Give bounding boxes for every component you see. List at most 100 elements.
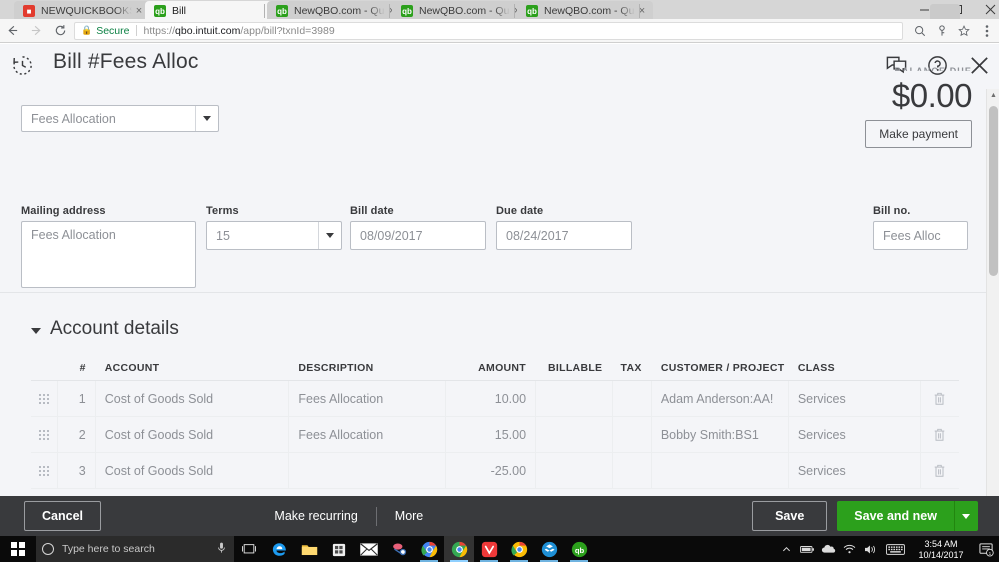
action-bar-middle: Make recurring More [256,506,441,526]
row-description[interactable]: Fees Allocation [288,416,445,453]
mail-icon[interactable] [354,536,384,562]
chevron-down-icon[interactable] [195,106,218,131]
terms-select[interactable]: 15 [206,221,342,250]
taskbar-clock[interactable]: 3:54 AM 10/14/2017 [909,537,973,561]
browser-tab-label: NewQBO.com - QuickBo [294,5,385,17]
bookmark-star-icon[interactable] [953,19,975,43]
table-row[interactable]: 1 Cost of Goods Sold Fees Allocation 10.… [31,380,959,417]
row-account[interactable]: Cost of Goods Sold [94,452,289,489]
browser-toolbar: 🔒 Secure https://qbo.intuit.com/app/bill… [0,19,999,43]
chevron-down-icon[interactable] [31,327,41,334]
onedrive-icon[interactable] [818,536,839,562]
bill-no-value: Fees Alloc [883,228,941,243]
search-input[interactable]: Type here to search [36,536,234,562]
account-details-section-header[interactable]: Account details [31,318,179,340]
dropbox-icon[interactable] [534,536,564,562]
show-hidden-icons-icon[interactable] [776,536,797,562]
browser-tab-4[interactable]: qb NewQBO.com - QuickBo × [517,1,653,21]
make-payment-button[interactable]: Make payment [865,120,972,148]
trash-icon[interactable] [919,416,959,453]
row-class[interactable]: Services [787,380,920,417]
scrollbar-thumb[interactable] [989,106,998,276]
row-account[interactable]: Cost of Goods Sold [94,416,289,453]
edge-icon[interactable] [264,536,294,562]
row-tax[interactable] [611,380,651,417]
snip-tool-icon[interactable] [384,536,414,562]
row-customer[interactable] [650,452,788,489]
row-billable[interactable] [535,416,612,453]
tab-divider [639,4,640,18]
row-billable[interactable] [535,452,612,489]
tab-close-icon[interactable]: × [132,5,146,17]
mailing-address-field[interactable]: Fees Allocation [21,221,196,288]
row-tax[interactable] [611,416,651,453]
row-amount[interactable]: 10.00 [444,380,535,417]
row-customer[interactable]: Adam Anderson:AA! [650,380,788,417]
quickbooks-icon[interactable]: qb [564,536,594,562]
back-button[interactable] [0,19,24,43]
wifi-icon[interactable] [839,536,860,562]
volume-icon[interactable] [860,536,881,562]
forward-button[interactable] [24,19,48,43]
store-icon[interactable] [324,536,354,562]
save-password-key-icon[interactable] [931,19,953,43]
row-amount[interactable]: 15.00 [444,416,535,453]
browser-tab-2[interactable]: qb NewQBO.com - QuickBo × [267,1,403,21]
drag-handle-icon[interactable] [31,417,57,453]
chrome-canary-icon[interactable] [504,536,534,562]
trash-icon[interactable] [919,452,959,489]
row-class[interactable]: Services [787,416,920,453]
window-close-button[interactable] [974,0,999,19]
vendor-select[interactable]: Fees Allocation [21,105,219,132]
drag-handle-icon[interactable] [31,453,57,489]
more-button[interactable]: More [377,509,441,523]
address-bar[interactable]: 🔒 Secure https://qbo.intuit.com/app/bill… [74,21,903,40]
reload-button[interactable] [48,19,72,43]
cortana-icon [42,543,54,555]
row-number: 1 [57,380,94,417]
trash-icon[interactable] [919,380,959,417]
browser-tab-3[interactable]: qb NewQBO.com - QuickBo × [392,1,528,21]
make-recurring-button[interactable]: Make recurring [256,509,375,523]
history-clock-icon[interactable] [11,54,34,82]
search-placeholder: Type here to search [62,543,155,555]
row-description[interactable]: Fees Allocation [288,380,445,417]
tab-close-icon[interactable]: × [635,5,649,17]
quickbooks-favicon-icon: qb [276,5,288,17]
row-billable[interactable] [535,380,612,417]
due-date-field[interactable]: 08/24/2017 [496,221,632,250]
secure-label: Secure [96,24,130,37]
table-row[interactable]: 2 Cost of Goods Sold Fees Allocation 15.… [31,416,959,453]
zoom-icon[interactable] [909,19,931,43]
row-class[interactable]: Services [787,452,920,489]
row-description[interactable] [288,452,445,489]
save-and-new-button[interactable]: Save and new [837,501,954,531]
row-account[interactable]: Cost of Goods Sold [94,380,289,417]
vivaldi-icon[interactable] [474,536,504,562]
save-button[interactable]: Save [752,501,828,531]
keyboard-icon[interactable] [881,536,909,562]
task-view-icon[interactable] [234,536,264,562]
action-center-icon[interactable]: 1 [973,536,999,562]
drag-handle-icon[interactable] [31,381,57,417]
table-row[interactable]: 3 Cost of Goods Sold -25.00 Services [31,452,959,489]
tab-divider [264,4,265,18]
scroll-up-icon[interactable]: ▲ [987,89,999,102]
page-scrollbar[interactable]: ▲ ▼ [986,89,999,536]
chevron-down-icon[interactable] [953,501,978,531]
start-button[interactable] [0,536,36,562]
chevron-down-icon[interactable] [318,222,341,249]
new-tab-button[interactable] [930,4,960,19]
row-customer[interactable]: Bobby Smith:BS1 [650,416,788,453]
file-explorer-icon[interactable] [294,536,324,562]
chrome-menu-icon[interactable] [975,19,999,43]
bill-date-field[interactable]: 08/09/2017 [350,221,486,250]
cancel-button[interactable]: Cancel [24,501,101,531]
row-tax[interactable] [611,452,651,489]
battery-icon[interactable] [797,536,818,562]
row-amount[interactable]: -25.00 [444,452,535,489]
bill-no-field[interactable]: Fees Alloc [873,221,968,250]
microphone-icon[interactable] [217,542,226,557]
chrome-icon[interactable] [414,536,444,562]
chrome-active-icon[interactable] [444,536,474,562]
